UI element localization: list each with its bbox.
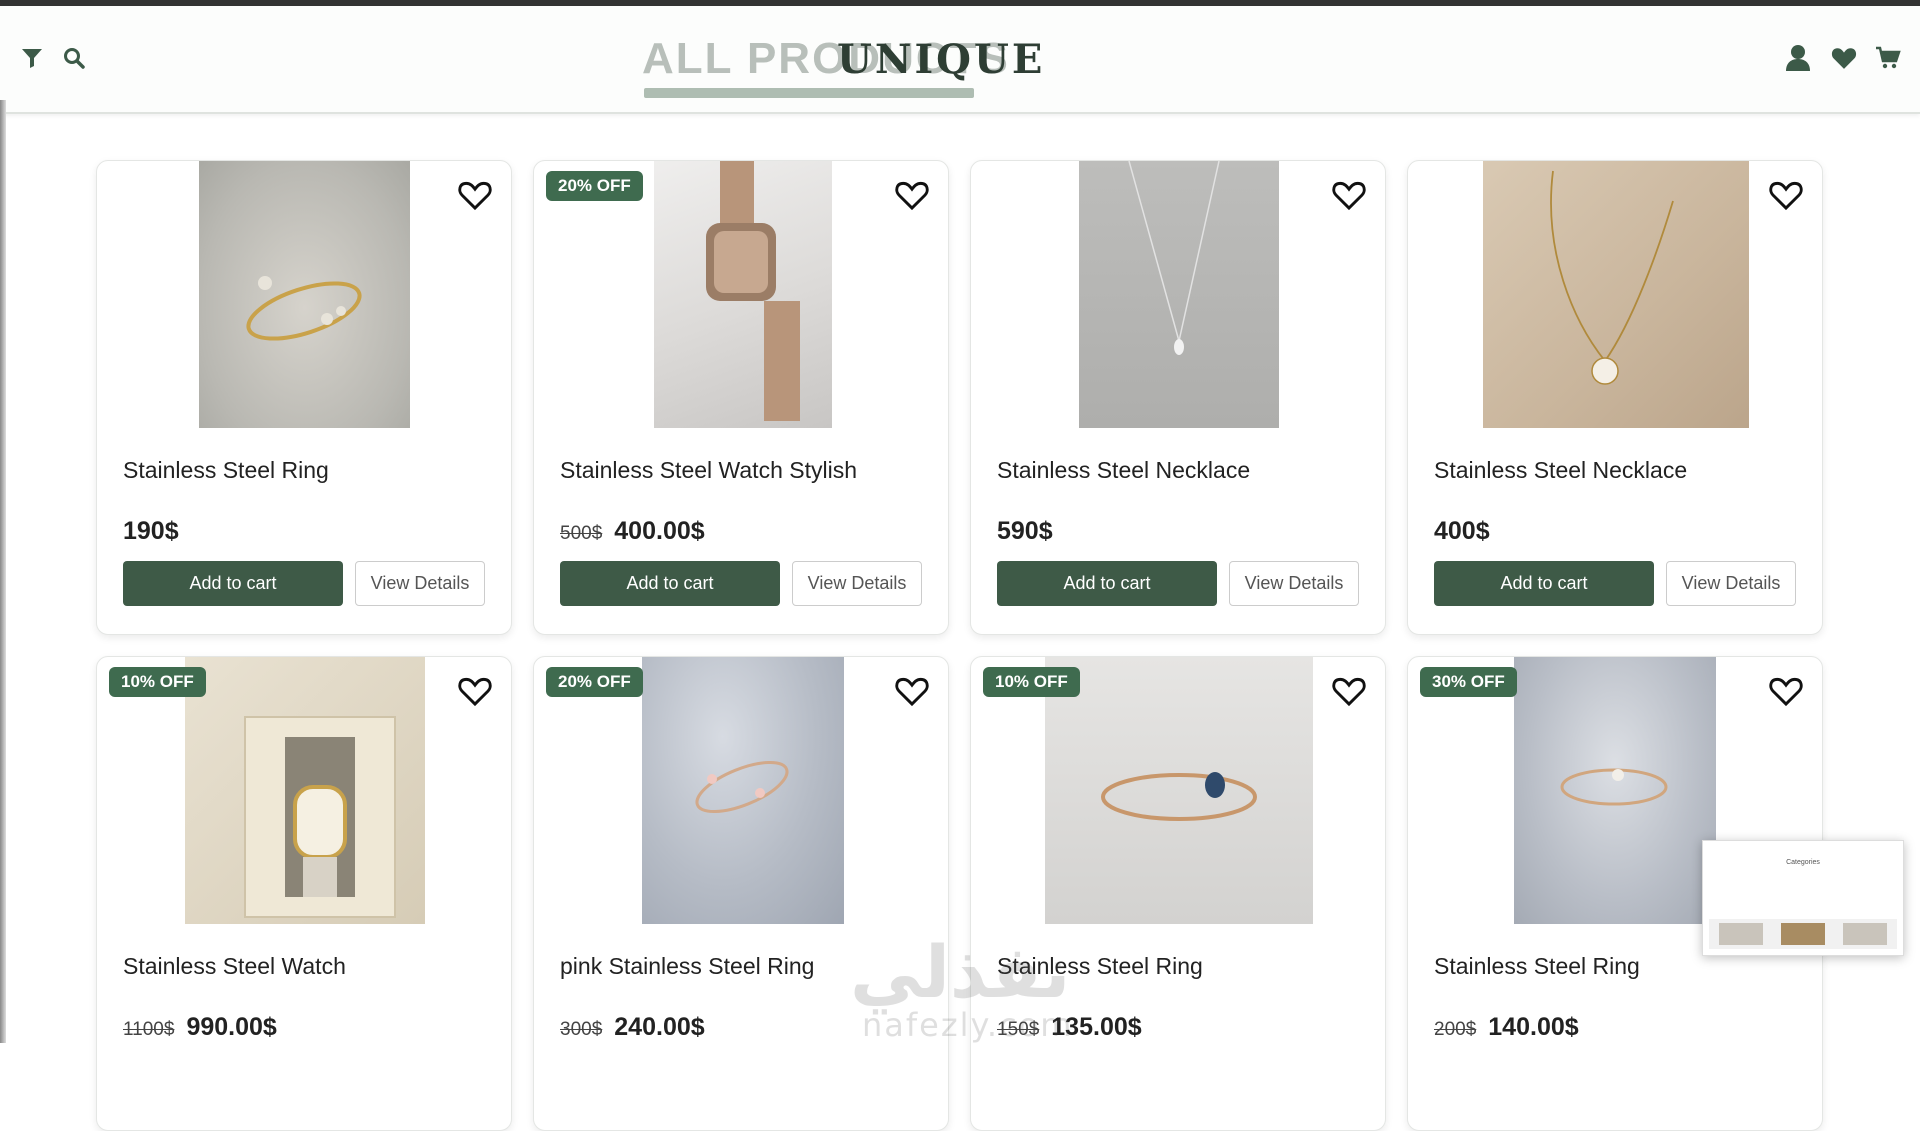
product-price: 990.00$ xyxy=(186,1013,277,1041)
discount-badge: 20% OFF xyxy=(546,667,643,697)
old-price: 500$ xyxy=(560,523,603,544)
price-row: 1100$ 990.00$ xyxy=(123,1013,277,1042)
product-card[interactable]: Stainless Steel Necklace 400$ Add to car… xyxy=(1407,160,1823,635)
product-name[interactable]: pink Stainless Steel Ring xyxy=(560,953,814,980)
discount-badge: 10% OFF xyxy=(109,667,206,697)
product-price: 140.00$ xyxy=(1488,1013,1579,1041)
old-price: 1100$ xyxy=(123,1019,175,1040)
price-row: 300$ 240.00$ xyxy=(560,1013,705,1042)
product-name[interactable]: Stainless Steel Ring xyxy=(997,953,1203,980)
wishlist-heart-icon[interactable] xyxy=(1331,179,1367,211)
product-card[interactable]: 20% OFF Stainless Steel Watch Stylish 50… xyxy=(533,160,949,635)
product-card[interactable]: 20% OFF pink Stainless Steel Ring 300$ 2… xyxy=(533,656,949,1131)
cart-icon[interactable] xyxy=(1874,44,1902,72)
wishlist-heart-icon[interactable] xyxy=(1768,675,1804,707)
old-price: 200$ xyxy=(1434,1019,1477,1040)
wishlist-heart-icon[interactable] xyxy=(894,675,930,707)
discount-badge: 20% OFF xyxy=(546,171,643,201)
view-details-button[interactable]: View Details xyxy=(355,561,485,606)
price-row: 150$ 135.00$ xyxy=(997,1013,1142,1042)
product-name[interactable]: Stainless Steel Necklace xyxy=(997,457,1250,484)
thumbnail-item xyxy=(1719,923,1763,945)
product-card[interactable]: Stainless Steel Ring 190$ Add to cart Vi… xyxy=(96,160,512,635)
window-left-edge xyxy=(0,100,6,1043)
product-price: 400.00$ xyxy=(614,517,705,545)
discount-badge: 30% OFF xyxy=(1420,667,1517,697)
wishlist-heart-icon[interactable] xyxy=(457,179,493,211)
add-to-cart-button[interactable]: Add to cart xyxy=(997,561,1217,606)
view-details-button[interactable]: View Details xyxy=(792,561,922,606)
add-to-cart-button[interactable]: Add to cart xyxy=(560,561,780,606)
add-to-cart-button[interactable]: Add to cart xyxy=(123,561,343,606)
product-image[interactable] xyxy=(1514,657,1716,924)
product-image[interactable] xyxy=(1483,161,1749,428)
product-image[interactable] xyxy=(199,161,410,428)
thumbnail-item xyxy=(1781,923,1825,945)
filter-icon[interactable] xyxy=(18,44,46,72)
product-card[interactable]: 10% OFF Stainless Steel Watch 1100$ 990.… xyxy=(96,656,512,1131)
user-icon[interactable] xyxy=(1784,44,1812,72)
product-name[interactable]: Stainless Steel Watch xyxy=(123,953,346,980)
site-header: ALL PRODUCTS UNIQUE xyxy=(0,6,1920,114)
price-row: 190$ xyxy=(123,517,179,546)
heart-icon[interactable] xyxy=(1830,44,1858,72)
wishlist-heart-icon[interactable] xyxy=(1768,179,1804,211)
add-to-cart-button[interactable]: Add to cart xyxy=(1434,561,1654,606)
screenshot-preview-thumbnail[interactable]: Categories xyxy=(1702,840,1904,956)
product-image[interactable] xyxy=(1045,657,1313,924)
product-price: 135.00$ xyxy=(1051,1013,1142,1041)
old-price: 300$ xyxy=(560,1019,603,1040)
price-row: 400$ xyxy=(1434,517,1490,546)
wishlist-heart-icon[interactable] xyxy=(457,675,493,707)
view-details-button[interactable]: View Details xyxy=(1666,561,1796,606)
old-price: 150$ xyxy=(997,1019,1040,1040)
page-title: ALL PRODUCTS UNIQUE xyxy=(642,26,1062,106)
product-card[interactable]: Stainless Steel Necklace 590$ Add to car… xyxy=(970,160,1386,635)
thumbnail-item xyxy=(1843,923,1887,945)
search-icon[interactable] xyxy=(60,44,88,72)
wishlist-heart-icon[interactable] xyxy=(894,179,930,211)
wishlist-heart-icon[interactable] xyxy=(1331,675,1367,707)
product-image[interactable] xyxy=(654,161,832,428)
price-row: 590$ xyxy=(997,517,1053,546)
product-name[interactable]: Stainless Steel Ring xyxy=(123,457,329,484)
product-price: 190$ xyxy=(123,517,179,545)
product-price: 400$ xyxy=(1434,517,1490,545)
product-card[interactable]: 10% OFF Stainless Steel Ring 150$ 135.00… xyxy=(970,656,1386,1131)
product-price: 240.00$ xyxy=(614,1013,705,1041)
product-price: 590$ xyxy=(997,517,1053,545)
product-name[interactable]: Stainless Steel Watch Stylish xyxy=(560,457,857,484)
price-row: 500$ 400.00$ xyxy=(560,517,705,546)
brand-logo[interactable]: UNIQUE xyxy=(837,36,1045,83)
product-name[interactable]: Stainless Steel Necklace xyxy=(1434,457,1687,484)
title-underline xyxy=(644,88,974,98)
thumbnail-title: Categories xyxy=(1786,859,1820,866)
view-details-button[interactable]: View Details xyxy=(1229,561,1359,606)
discount-badge: 10% OFF xyxy=(983,667,1080,697)
product-image[interactable] xyxy=(185,657,425,924)
product-image[interactable] xyxy=(642,657,844,924)
product-image[interactable] xyxy=(1079,161,1279,428)
product-name[interactable]: Stainless Steel Ring xyxy=(1434,953,1640,980)
price-row: 200$ 140.00$ xyxy=(1434,1013,1579,1042)
